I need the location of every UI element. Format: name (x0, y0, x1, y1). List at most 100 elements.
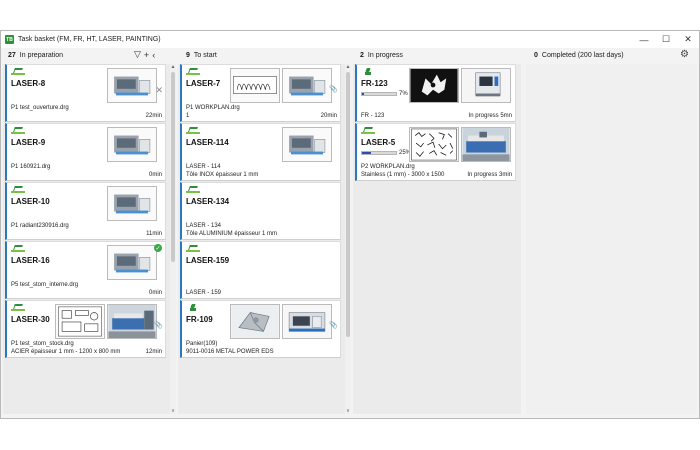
task-card[interactable]: LASER-134 LASER - 134 Tôle ALUMINIUM épa… (180, 182, 341, 240)
column-header-to-start[interactable]: 9 To start (186, 48, 217, 62)
filter-icon[interactable]: ▽ (134, 49, 141, 60)
task-name: LASER-10 (11, 197, 50, 206)
column-header-preparation[interactable]: 27 In preparation (8, 48, 63, 62)
task-status-time: In progress 3min (467, 172, 512, 178)
lane-to-start: LASER-7 📎 P1 WORKPLAN.drg 1 20min LASER-… (178, 64, 345, 414)
task-detail: 1 (186, 113, 190, 119)
task-duration: 12min (145, 349, 162, 355)
task-file: P5 test_stom_interne.drg (11, 282, 79, 288)
attachment-icon[interactable]: 📎 (329, 321, 338, 329)
scroll-up-icon[interactable]: ▲ (345, 64, 351, 70)
task-name: LASER-8 (11, 79, 46, 88)
task-detail: FR - 123 (361, 113, 385, 119)
task-file: P1 160921.drg (11, 164, 51, 170)
machine-thumbnail (461, 68, 511, 103)
laser-icon (11, 304, 25, 311)
scroll-down-icon[interactable]: ∨ (170, 408, 176, 414)
task-card[interactable]: LASER-9 P1 160921.drg 0min (5, 123, 166, 181)
task-file: P1 test_ouverture.drg (11, 105, 69, 111)
task-card[interactable]: LASER-7 📎 P1 WORKPLAN.drg 1 20min (180, 64, 341, 122)
laser-icon (11, 245, 25, 252)
nesting-thumbnail (230, 68, 280, 103)
laser-icon (11, 68, 25, 75)
progress-fill (362, 93, 365, 95)
preparation-scrollbar[interactable]: ▲ ∨ (170, 64, 176, 414)
task-file: Panier(109) (186, 341, 218, 347)
part-thumbnail (409, 68, 459, 103)
task-progress-bar (361, 92, 397, 96)
laser-icon (11, 186, 25, 193)
attachment-icon[interactable]: 📎 (329, 85, 338, 93)
task-card[interactable]: FR-109 📎 Panier(109) 9011-0016 METAL POW… (180, 300, 341, 358)
task-card[interactable]: LASER-30 📎 P1 test_stom_stock.drg ACIER … (5, 300, 166, 358)
task-name: LASER-16 (11, 256, 50, 265)
task-card[interactable]: LASER-5 25% P2 WORKPLAN.drg Stainless (1… (355, 123, 516, 181)
machine-thumbnail (107, 127, 157, 162)
task-detail: LASER - 159 (186, 290, 222, 296)
column-count: 9 (186, 51, 190, 59)
task-basket-window: TB Task basket (FM, FR, HT, LASER, PAINT… (0, 30, 700, 419)
close-button[interactable]: ✕ (677, 31, 699, 48)
column-label: Completed (200 last days) (541, 51, 624, 59)
task-duration: 22min (145, 113, 162, 119)
task-name: FR-123 (361, 79, 388, 88)
task-file: P1 test_stom_stock.drg (11, 341, 74, 347)
column-count: 2 (360, 51, 364, 59)
machine-thumbnail (461, 127, 511, 162)
column-label: In progress (367, 51, 403, 59)
task-name: LASER-134 (186, 197, 230, 206)
task-detail: Tôle ALUMINIUM épaisseur 1 mm (186, 231, 278, 237)
task-name: LASER-159 (186, 256, 230, 265)
machine-thumbnail (282, 68, 332, 103)
task-duration: 20min (320, 113, 337, 119)
column-header-completed[interactable]: 0 Completed (200 last days) (534, 48, 624, 62)
title-bar: TB Task basket (FM, FR, HT, LASER, PAINT… (1, 31, 699, 48)
scroll-up-icon[interactable]: ▲ (170, 64, 176, 70)
laser-icon (11, 127, 25, 134)
to-start-scrollbar[interactable]: ▲ ∨ (345, 64, 351, 414)
task-card[interactable]: LASER-8 ✕ P1 test_ouverture.drg 22min (5, 64, 166, 122)
add-icon[interactable]: + (144, 50, 149, 60)
robot-arm-icon (186, 304, 200, 311)
collapse-icon[interactable]: ‹ (152, 50, 155, 60)
settings-gear-icon[interactable]: ⚙ (680, 49, 689, 60)
attachment-icon[interactable]: 📎 (154, 321, 163, 329)
laser-icon (186, 186, 200, 193)
maximize-button[interactable]: ☐ (655, 31, 677, 48)
task-duration: 11min (146, 231, 162, 237)
laser-icon (361, 127, 375, 134)
robot-arm-icon (361, 68, 375, 75)
scroll-down-icon[interactable]: ∨ (345, 408, 351, 414)
laser-icon (186, 68, 200, 75)
part-thumbnail (230, 304, 280, 339)
column-label: In preparation (19, 51, 63, 59)
lane-in-progress: FR-123 7% FR - 123 In progress 5mn LASER… (353, 64, 521, 414)
minimize-button[interactable]: — (633, 31, 655, 48)
laser-icon (186, 245, 200, 252)
lane-completed (526, 64, 697, 414)
task-file: LASER - 134 (186, 223, 222, 229)
task-name: LASER-30 (11, 315, 50, 324)
column-count: 0 (534, 51, 538, 59)
window-title: Task basket (FM, FR, HT, LASER, PAINTING… (18, 36, 161, 43)
task-file: LASER - 114 (186, 164, 221, 170)
preparation-tools: ▽ + ‹ (134, 49, 155, 60)
task-name: LASER-9 (11, 138, 46, 147)
task-card[interactable]: LASER-10 P1 radiant230916.drg 11min (5, 182, 166, 240)
machine-thumbnail (107, 304, 157, 339)
column-count: 27 (8, 51, 16, 59)
progress-percent: 7% (399, 91, 408, 97)
task-detail: Stainless (1 mm) - 3000 x 1500 (361, 172, 445, 178)
task-card[interactable]: LASER-16 ✓ P5 test_stom_interne.drg 0min (5, 241, 166, 299)
task-card[interactable]: FR-123 7% FR - 123 In progress 5mn (355, 64, 516, 122)
remove-icon[interactable]: ✕ (155, 85, 163, 96)
task-card[interactable]: LASER-159 LASER - 159 (180, 241, 341, 299)
scrollbar-thumb[interactable] (346, 72, 350, 337)
scrollbar-thumb[interactable] (171, 72, 175, 262)
nesting-thumbnail (55, 304, 105, 339)
task-card[interactable]: LASER-114 LASER - 114 Tôle INOX épaisseu… (180, 123, 341, 181)
task-duration: 0min (148, 172, 162, 178)
machine-thumbnail (282, 127, 332, 162)
column-header-in-progress[interactable]: 2 In progress (360, 48, 403, 62)
task-progress-bar (361, 151, 397, 155)
